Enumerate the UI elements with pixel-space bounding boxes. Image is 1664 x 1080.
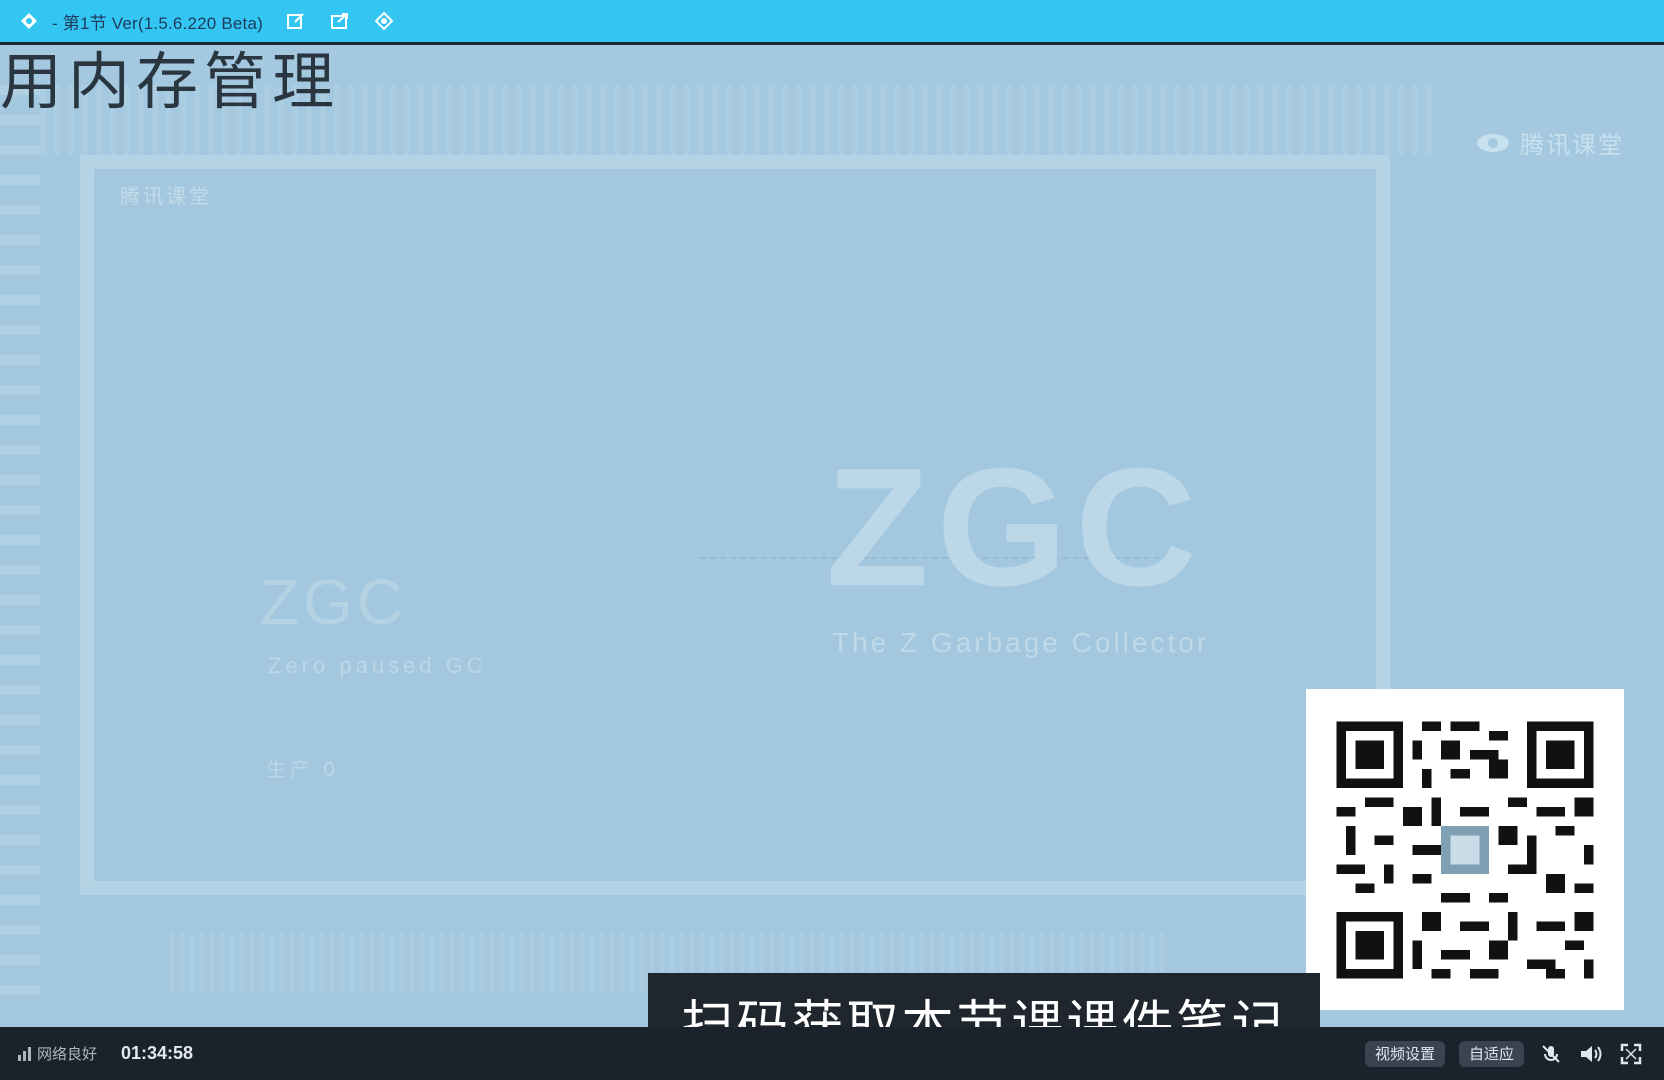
control-bar: 网络良好 01:34:58 视频设置 自适应 — [0, 1027, 1664, 1080]
qr-code-image — [1327, 711, 1603, 988]
gift-icon[interactable] — [373, 10, 395, 32]
zgc-big-tagline: The Z Garbage Collector — [832, 627, 1210, 658]
network-status-label: 网络良好 — [37, 1046, 98, 1063]
slide-subheading: 腾讯课堂 — [120, 186, 212, 208]
zgc-big-logo: ZGC — [826, 433, 1205, 621]
title-bar: - 第1节 Ver(1.5.6.220 Beta) — [0, 0, 1664, 45]
decorative-strip — [0, 85, 40, 1005]
edit-icon[interactable] — [285, 10, 307, 32]
zgc-small-subtitle: Zero paused GC — [268, 653, 487, 678]
zgc-small-title: ZGC — [260, 566, 408, 638]
window-title: - 第1节 Ver(1.5.6.220 Beta) — [52, 13, 263, 33]
share-icon[interactable] — [329, 10, 351, 32]
network-status: 网络良好 — [18, 1043, 97, 1064]
brand-eye-icon — [1477, 133, 1509, 152]
video-settings-button[interactable]: 视频设置 — [1364, 1040, 1445, 1067]
qr-code-card[interactable] — [1306, 689, 1624, 1010]
microphone-muted-icon[interactable] — [1538, 1041, 1564, 1067]
volume-icon[interactable] — [1578, 1041, 1604, 1067]
control-actions: 视频设置 自适应 — [1364, 1027, 1644, 1080]
brand-name: 腾讯课堂 — [1520, 132, 1624, 159]
zgc-small-footnote: 生产 0 — [266, 759, 339, 781]
slide-heading: 用内存管理 — [0, 45, 341, 118]
signal-icon — [18, 1046, 31, 1061]
adaptive-button[interactable]: 自适应 — [1458, 1040, 1524, 1067]
elapsed-time: 01:34:58 — [121, 1043, 194, 1063]
app-logo-icon — [20, 12, 38, 30]
brand-logo: 腾讯课堂 — [1476, 125, 1624, 160]
fullscreen-icon[interactable] — [1618, 1041, 1644, 1067]
